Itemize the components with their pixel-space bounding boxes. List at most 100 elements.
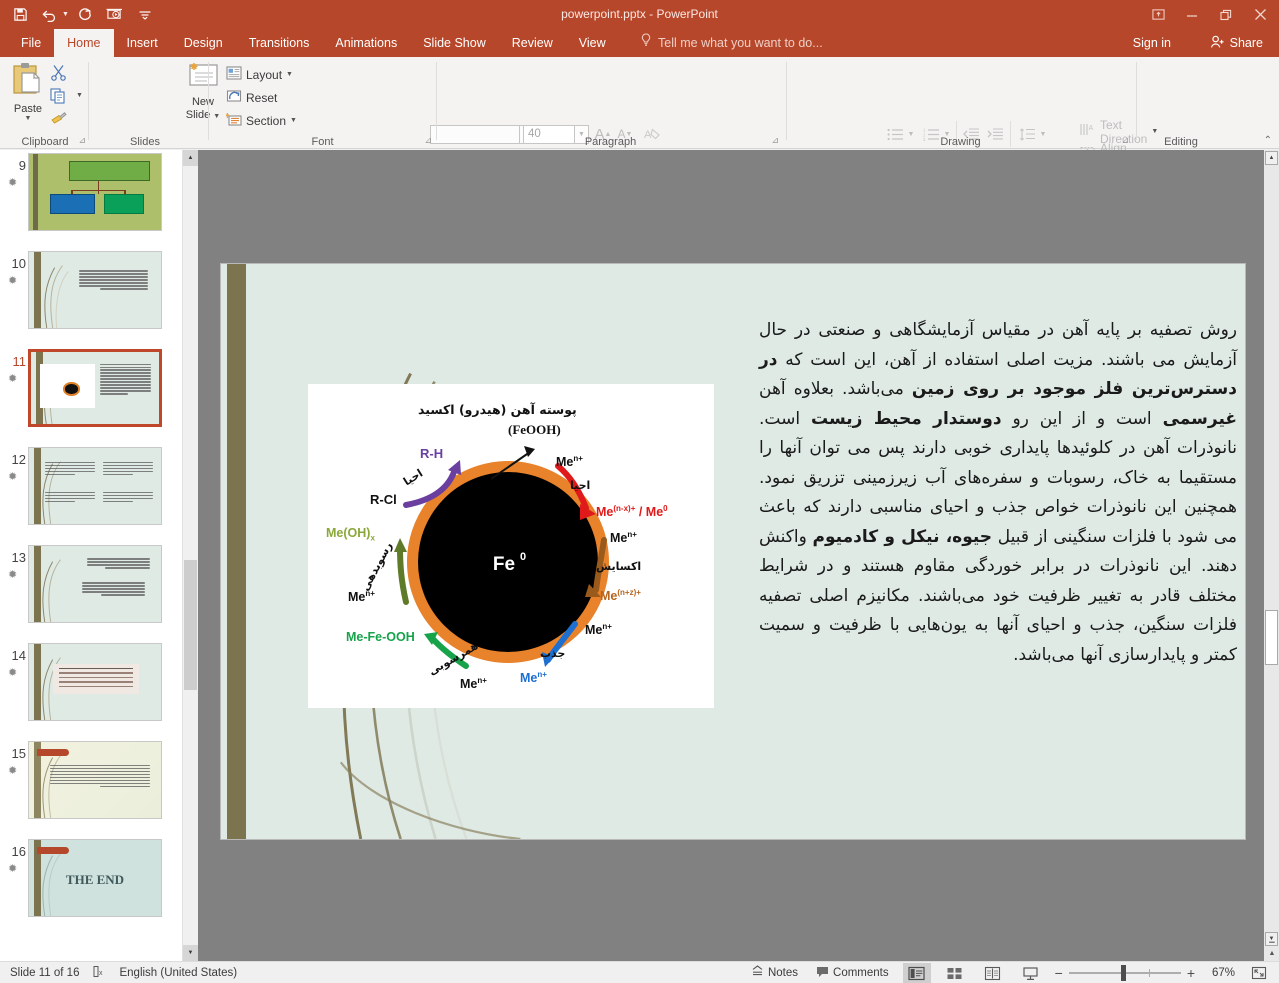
thumb-text-lines — [79, 270, 148, 291]
thumbnail-slide-16[interactable]: 16 ✹ THE END — [0, 836, 182, 934]
zoom-out-button[interactable]: − — [1055, 965, 1063, 981]
slide-area-scrollbar[interactable]: ▲ ▼ ▲ ▔ ▼ — [1264, 150, 1279, 969]
font-dialog-launcher[interactable]: ⊿ — [424, 135, 432, 146]
thumbnail-slide-10[interactable]: 10 ✹ — [0, 248, 182, 346]
thumbnail-preview[interactable] — [28, 741, 162, 819]
cut-button[interactable] — [50, 61, 90, 84]
language-indicator[interactable]: English (United States) — [119, 967, 237, 979]
paste-label: Paste — [13, 103, 43, 115]
thumb-text-lines — [44, 492, 95, 504]
ribbon: Paste ▼ ▼ Clipboard ⊿ New Slide ▼ Layout… — [0, 57, 1279, 199]
tab-slide-show[interactable]: Slide Show — [410, 29, 499, 57]
thumbnail-slide-15[interactable]: 15 ✹ — [0, 738, 182, 836]
iron-nanoparticle-diagram[interactable]: Fe 0 پوسته آهن (هیدرو) اکسید (FeOOH) R-H… — [308, 384, 714, 708]
sign-in-button[interactable]: Sign in — [1133, 29, 1171, 57]
ribbon-group-drawing: A ▲ ▼ ▤ — [788, 57, 1133, 149]
shell-title-line1: پوسته آهن (هیدرو) اکسید — [418, 402, 577, 417]
thumbnail-preview[interactable] — [28, 251, 162, 329]
thumbnail-preview[interactable]: THE END — [28, 839, 162, 917]
slide-sorter-view-button[interactable] — [941, 963, 969, 983]
me-oh-x-label: Me(OH)x — [326, 526, 375, 543]
thumb15-title-tab — [36, 748, 69, 756]
scrollbar-thumb[interactable] — [1265, 610, 1278, 665]
thumbnail-preview[interactable] — [28, 545, 162, 623]
slide-show-button[interactable] — [1017, 963, 1045, 983]
thumbnail-scroll-up-button[interactable]: ▲ — [183, 150, 198, 166]
thumbnail-preview[interactable] — [28, 643, 162, 721]
ribbon-display-options-icon[interactable] — [1141, 0, 1175, 29]
format-painter-button[interactable] — [50, 107, 90, 130]
thumbnail-slide-9[interactable]: 9 ✹ — [0, 150, 182, 248]
tab-file[interactable]: File — [8, 29, 54, 57]
tab-insert[interactable]: Insert — [114, 29, 171, 57]
collapse-ribbon-button[interactable]: ⌃ — [1264, 135, 1272, 146]
ribbon-tab-strip: File Home Insert Design Transitions Anim… — [0, 29, 1279, 57]
tell-me-label: Tell me what you want to do... — [658, 36, 823, 50]
thumbnail-number: 9 — [18, 158, 26, 173]
reading-view-button[interactable] — [979, 963, 1007, 983]
zoom-track[interactable] — [1068, 965, 1181, 981]
svg-text:Fe: Fe — [493, 554, 515, 575]
restore-icon[interactable] — [1209, 0, 1243, 29]
current-slide[interactable]: روش تصفیه بر پایه آهن در مقیاس آزمایشگاه… — [220, 263, 1246, 840]
tab-transitions[interactable]: Transitions — [236, 29, 323, 57]
me-n-plus-left-label: Men+ — [348, 589, 375, 605]
thumbnail-slide-14[interactable]: 14 ✹ — [0, 640, 182, 738]
thumb11-diagram-image — [39, 363, 95, 409]
thumbnail-slide-11[interactable]: 11 ✹ — [0, 346, 182, 444]
slide-body-text[interactable]: روش تصفیه بر پایه آهن در مقیاس آزمایشگاه… — [759, 316, 1237, 670]
copy-button[interactable]: ▼ — [50, 84, 90, 107]
previous-slide-button[interactable]: ▲ — [1267, 950, 1277, 957]
tab-view[interactable]: View — [566, 29, 619, 57]
thumbnail-preview[interactable] — [28, 153, 162, 231]
paragraph-dialog-launcher[interactable]: ⊿ — [771, 135, 779, 146]
share-button[interactable]: Share — [1202, 29, 1271, 57]
reduction-right-label: احیا — [570, 479, 591, 492]
thumbnail-preview-selected[interactable] — [28, 349, 162, 427]
me-reduced-label: Me(n-x)+ / Me0 — [596, 504, 668, 520]
notes-button[interactable]: Notes — [747, 963, 802, 983]
thumbnail-slide-13[interactable]: 13 ✹ — [0, 542, 182, 640]
scroll-up-button[interactable]: ▲ — [1265, 151, 1278, 165]
ribbon-group-slides: New Slide ▼ Layout ▼ Reset Section ▼ Sli… — [90, 57, 297, 149]
thumbnail-slide-12[interactable]: 12 ✹ — [0, 444, 182, 542]
normal-view-button[interactable] — [902, 963, 931, 983]
thumb-stripe — [34, 252, 41, 328]
group-separator — [436, 62, 437, 140]
thumbnail-scroll-down-button[interactable]: ▼ — [183, 945, 198, 961]
zoom-in-button[interactable]: + — [1187, 965, 1195, 981]
status-left: Slide 11 of 16 x English (United States) — [10, 962, 237, 983]
thumb-stripe — [32, 154, 39, 230]
zoom-thumb[interactable] — [1120, 965, 1126, 981]
paste-dropdown-icon[interactable]: ▼ — [25, 115, 32, 122]
minimize-icon[interactable] — [1175, 0, 1209, 29]
thumbnail-pane-scrollbar[interactable]: ▲ ▼ — [182, 150, 198, 961]
zoom-slider[interactable]: − + — [1055, 965, 1195, 981]
slide-thumbnail-pane[interactable]: 9 ✹ 10 ✹ 11 ✹ 12 ✹ 13 ✹ 14 ✹ 15 ✹ 16 ✹ T… — [0, 150, 182, 961]
comments-button[interactable]: Comments — [812, 963, 893, 983]
notes-label: Notes — [767, 967, 799, 979]
tab-design[interactable]: Design — [171, 29, 236, 57]
tab-home[interactable]: Home — [54, 29, 114, 57]
tab-review[interactable]: Review — [499, 29, 566, 57]
thumb16-title-tab — [36, 846, 69, 854]
zoom-percent-label[interactable]: 67% — [1205, 967, 1235, 979]
tell-me-box[interactable]: Tell me what you want to do... — [640, 29, 823, 57]
paste-button[interactable]: Paste ▼ — [6, 61, 50, 133]
copy-dropdown-icon[interactable]: ▼ — [76, 92, 83, 99]
thumbnail-scrollbar-thumb[interactable] — [184, 560, 197, 690]
fit-slide-to-window-button[interactable] — [1245, 963, 1273, 983]
clipboard-dialog-launcher[interactable]: ⊿ — [78, 135, 86, 146]
slides-group-label: Slides — [130, 136, 160, 148]
close-icon[interactable] — [1243, 0, 1277, 29]
slide-editing-area: روش تصفیه بر پایه آهن در مقیاس آزمایشگاه… — [198, 150, 1264, 961]
slide-indicator[interactable]: Slide 11 of 16 — [10, 967, 79, 979]
share-person-icon — [1210, 35, 1225, 52]
ribbon-tabs: File Home Insert Design Transitions Anim… — [8, 29, 619, 57]
thumbnail-preview[interactable] — [28, 447, 162, 525]
thumb16-title-text: THE END — [65, 871, 125, 887]
spell-check-icon[interactable]: x — [92, 965, 106, 981]
window-title: powerpoint.pptx - PowerPoint — [561, 7, 718, 21]
tab-animations[interactable]: Animations — [322, 29, 410, 57]
thumb-text-lines — [87, 558, 151, 570]
